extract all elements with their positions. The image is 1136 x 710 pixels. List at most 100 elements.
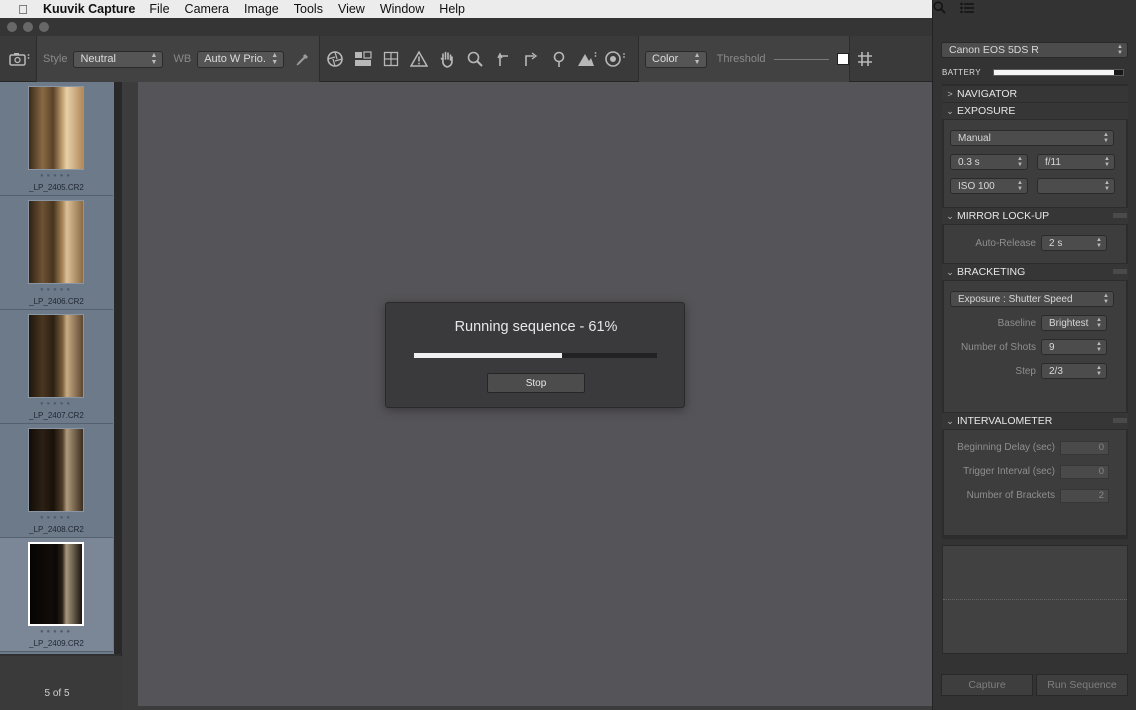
thumbnail-image[interactable] — [28, 314, 84, 398]
file-name: _LP_2408.CR2 — [29, 525, 84, 534]
section-title: NAVIGATOR — [957, 88, 1018, 100]
camera-select[interactable]: Canon EOS 5DS R ▲ ▼ — [941, 42, 1128, 58]
zoom-icon[interactable] — [462, 46, 488, 72]
step-select[interactable]: 2/3 ▲ ▼ — [1041, 363, 1107, 379]
pin-icon[interactable] — [546, 46, 572, 72]
levels-icon[interactable] — [574, 46, 600, 72]
rating-stars[interactable]: ●●●●● — [0, 629, 113, 635]
thumbnail-image[interactable] — [28, 542, 84, 626]
menu-help[interactable]: Help — [439, 2, 465, 16]
section-bracketing[interactable]: ⌄ BRACKETING — [942, 264, 1128, 280]
layout-icon[interactable] — [350, 46, 376, 72]
menu-app-name[interactable]: Kuuvik Capture — [43, 2, 135, 16]
auto-release-select[interactable]: 2 s ▲ ▼ — [1041, 235, 1107, 251]
style-select[interactable]: Neutral ▲ ▼ — [73, 50, 164, 68]
zoom-window-button[interactable] — [39, 22, 49, 32]
file-name: _LP_2407.CR2 — [29, 411, 84, 420]
rotate-right-icon[interactable] — [518, 46, 544, 72]
beginning-delay-label: Beginning Delay (sec) — [957, 442, 1055, 453]
wb-select[interactable]: Auto W Prio. ▲ ▼ — [197, 50, 285, 68]
updown-icon: ▲ ▼ — [1096, 341, 1102, 353]
battery-meter — [993, 69, 1124, 76]
menu-view[interactable]: View — [338, 2, 365, 16]
eyedropper-icon[interactable] — [290, 46, 316, 72]
wb-value: Auto W Prio. — [204, 53, 266, 65]
updown-icon: ▲ ▼ — [1017, 180, 1023, 192]
apple-icon[interactable]:  — [15, 2, 31, 17]
iso-select[interactable]: ISO 100 ▲ ▼ — [950, 178, 1028, 194]
style-wb-group: Style Neutral ▲ ▼ WB Auto W Prio. ▲ ▼ — [36, 36, 320, 82]
aperture-select[interactable]: f/11 ▲ ▼ — [1037, 154, 1115, 170]
chevron-down-icon: ⌄ — [946, 105, 954, 116]
exposure-compensation-select[interactable]: ▲ ▼ — [1037, 178, 1115, 194]
toolbar: Style Neutral ▲ ▼ WB Auto W Prio. ▲ ▼ Co… — [0, 36, 932, 82]
filmstrip-item[interactable]: ●●●●● _LP_2408.CR2 — [0, 424, 113, 538]
section-exposure[interactable]: ⌄ EXPOSURE — [942, 103, 1128, 119]
file-name: _LP_2406.CR2 — [29, 297, 84, 306]
filmstrip-item-selected[interactable]: ●●●●● _LP_2409.CR2 — [0, 538, 113, 652]
file-name: _LP_2409.CR2 — [29, 639, 84, 648]
battery-fill — [994, 70, 1114, 75]
close-window-button[interactable] — [7, 22, 17, 32]
rating-stars[interactable]: ●●●●● — [0, 515, 113, 521]
trigger-interval-label: Trigger Interval (sec) — [963, 466, 1055, 477]
filmstrip-item[interactable]: ●●●●● _LP_2406.CR2 — [0, 196, 113, 310]
menu-file[interactable]: File — [149, 2, 169, 16]
menu-camera[interactable]: Camera — [185, 2, 229, 16]
eye-overlay-icon[interactable] — [602, 46, 628, 72]
number-of-brackets-input[interactable]: 2 — [1060, 489, 1109, 503]
rotate-left-icon[interactable] — [490, 46, 516, 72]
exposure-body: Manual ▲ ▼ 0.3 s ▲ ▼ f/11 ▲ ▼ ISO 100 ▲ ▼ — [944, 120, 1126, 207]
color-mode-select[interactable]: Color ▲ ▼ — [645, 50, 707, 68]
capture-button[interactable]: Capture — [941, 674, 1033, 696]
shutter-speed-select[interactable]: 0.3 s ▲ ▼ — [950, 154, 1028, 170]
number-of-shots-select[interactable]: 9 ▲ ▼ — [1041, 339, 1107, 355]
updown-icon: ▲ ▼ — [1096, 365, 1102, 377]
tools-group — [322, 36, 628, 82]
section-mirror-lockup[interactable]: ⌄ MIRROR LOCK-UP — [942, 208, 1128, 224]
menu-tools[interactable]: Tools — [294, 2, 323, 16]
exposure-mode-select[interactable]: Manual ▲ ▼ — [950, 130, 1114, 146]
aperture-icon[interactable] — [322, 46, 348, 72]
menu-image[interactable]: Image — [244, 2, 279, 16]
image-viewer[interactable]: Running sequence - 61% Stop — [138, 82, 932, 706]
section-intervalometer[interactable]: ⌄ INTERVALOMETER — [942, 413, 1128, 429]
baseline: Brightest — [1049, 317, 1089, 329]
thumbnail-image[interactable] — [28, 200, 84, 284]
section-title: INTERVALOMETER — [957, 415, 1053, 427]
updown-icon: ▲ ▼ — [271, 52, 279, 66]
filmstrip-item[interactable]: ●●●●● _LP_2405.CR2 — [0, 82, 113, 196]
progress-bar — [414, 353, 657, 358]
stop-button[interactable]: Stop — [487, 373, 585, 393]
section-navigator[interactable]: > NAVIGATOR — [942, 86, 1128, 102]
hand-pan-icon[interactable] — [434, 46, 460, 72]
camera-menu-icon[interactable] — [6, 46, 34, 72]
beginning-delay-input[interactable]: 0 — [1060, 441, 1109, 455]
warning-icon[interactable] — [406, 46, 432, 72]
mirror-body: Auto-Release 2 s ▲ ▼ — [944, 225, 1126, 263]
updown-icon: ▲ ▼ — [1104, 180, 1110, 192]
spotlight-search-icon[interactable] — [933, 1, 946, 17]
thumbnail-image[interactable] — [28, 86, 84, 170]
baseline-select[interactable]: Brightest ▲ ▼ — [1041, 315, 1107, 331]
notification-center-icon[interactable] — [960, 2, 974, 17]
threshold-slider[interactable] — [773, 58, 830, 60]
rating-stars[interactable]: ●●●●● — [0, 287, 113, 293]
threshold-color-swatch[interactable] — [837, 53, 849, 65]
run-sequence-button[interactable]: Run Sequence — [1036, 674, 1128, 696]
menu-window[interactable]: Window — [380, 2, 424, 16]
grid-icon[interactable] — [852, 46, 878, 72]
filmstrip-item[interactable]: ●●●●● _LP_2407.CR2 — [0, 310, 113, 424]
trigger-interval-input[interactable]: 0 — [1060, 465, 1109, 479]
filmstrip-list: ●●●●● _LP_2405.CR2 ●●●●● _LP_2406.CR2 ●●… — [0, 82, 114, 654]
updown-icon: ▲ ▼ — [150, 52, 158, 66]
thumbnail-image[interactable] — [28, 428, 84, 512]
rating-stars[interactable]: ●●●●● — [0, 401, 113, 407]
bracketing-body: Exposure : Shutter Speed ▲ ▼ Baseline Bri… — [944, 281, 1126, 412]
filmstrip-scrollbar[interactable] — [114, 82, 122, 654]
rating-stars[interactable]: ●●●●● — [0, 173, 113, 179]
chevron-down-icon: ⌄ — [946, 415, 954, 426]
minimize-window-button[interactable] — [23, 22, 33, 32]
crop-grid-icon[interactable] — [378, 46, 404, 72]
bracketing-mode-select[interactable]: Exposure : Shutter Speed ▲ ▼ — [950, 291, 1114, 307]
